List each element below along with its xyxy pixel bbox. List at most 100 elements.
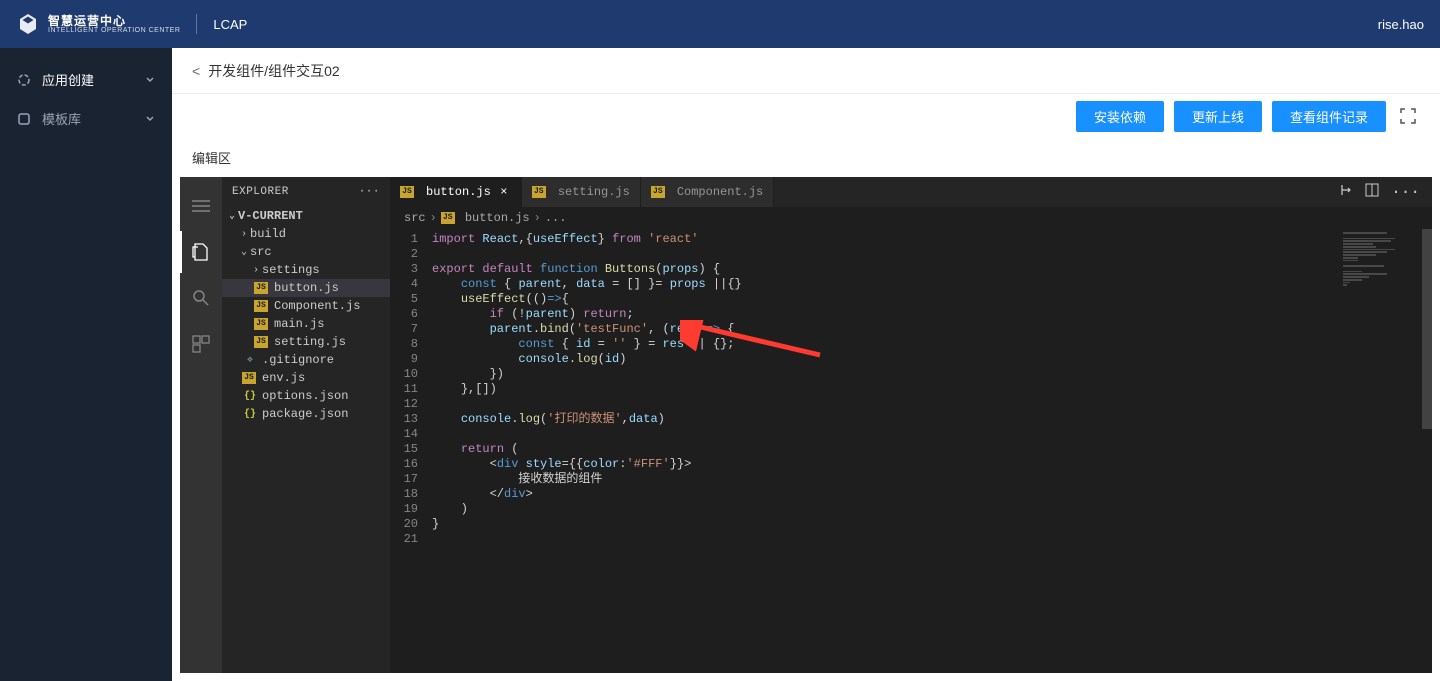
app-create-icon [16, 72, 32, 88]
tree-folder-build[interactable]: › build [222, 225, 390, 243]
minimap[interactable] [1340, 229, 1420, 289]
json-file-icon: {} [242, 391, 258, 402]
explorer-more-icon[interactable]: ··· [359, 186, 380, 198]
js-file-icon: JS [441, 212, 455, 224]
js-file-icon: JS [651, 186, 665, 198]
tab-label: button.js [426, 185, 491, 199]
editor-breadcrumb[interactable]: src › JS button.js › ... [390, 207, 1432, 229]
tree-label: options.json [262, 389, 348, 403]
logo-area: 智慧运营中心 INTELLIGENT OPERATION CENTER [16, 12, 180, 36]
app-header: 智慧运营中心 INTELLIGENT OPERATION CENTER LCAP… [0, 0, 1440, 48]
logo-icon [16, 12, 40, 36]
back-button-icon[interactable]: < [192, 63, 200, 79]
tree-label: main.js [274, 317, 324, 331]
line-gutter: 123456789101112131415161718192021 [390, 229, 432, 673]
tree-file-component-js[interactable]: JS Component.js [222, 297, 390, 315]
breadcrumb-text: 开发组件/组件交互02 [208, 61, 339, 81]
tree-label: .gitignore [262, 353, 334, 367]
explorer-header: EXPLORER ··· [222, 177, 390, 207]
section-header-editor: 编辑区 [172, 138, 1440, 177]
vscode-explorer-sidebar: EXPLORER ··· ⌄ V-CURRENT › build [222, 177, 390, 673]
file-tree: ⌄ V-CURRENT › build ⌄ src › [222, 207, 390, 423]
activity-search-icon[interactable] [180, 277, 222, 319]
js-file-icon: JS [254, 318, 268, 330]
fullscreen-icon[interactable] [1396, 104, 1420, 128]
chevron-down-icon: ⌄ [226, 210, 238, 222]
tree-label: package.json [262, 407, 348, 421]
tab-label: setting.js [558, 185, 630, 199]
tree-label: button.js [274, 281, 339, 295]
js-file-icon: JS [242, 372, 256, 384]
js-file-icon: JS [254, 336, 268, 348]
tree-label: settings [262, 263, 320, 277]
js-file-icon: JS [254, 282, 268, 294]
update-online-button[interactable]: 更新上线 [1174, 101, 1262, 132]
gitignore-file-icon: ❖ [242, 354, 258, 366]
tree-label: src [250, 245, 272, 259]
chevron-right-icon: › [250, 265, 262, 276]
bc-src: src [404, 211, 426, 225]
logo-sub-text: INTELLIGENT OPERATION CENTER [48, 27, 180, 34]
tree-label: Component.js [274, 299, 360, 313]
code-area[interactable]: 123456789101112131415161718192021 import… [390, 229, 1432, 673]
tree-file-options-json[interactable]: {} options.json [222, 387, 390, 405]
chevron-down-icon [144, 74, 156, 86]
sidebar-item-label: 应用创建 [42, 70, 144, 89]
js-file-icon: JS [400, 186, 414, 198]
chevron-right-icon: › [238, 229, 250, 240]
tree-file-setting-js[interactable]: JS setting.js [222, 333, 390, 351]
view-records-button[interactable]: 查看组件记录 [1272, 101, 1386, 132]
editor-wrapper: EXPLORER ··· ⌄ V-CURRENT › build [172, 177, 1440, 681]
tree-file-button-js[interactable]: JS button.js [222, 279, 390, 297]
editor-main-pane: JS button.js × JS setting.js JS Componen… [390, 177, 1432, 673]
tree-root-label: V-CURRENT [238, 209, 303, 223]
tree-file-main-js[interactable]: JS main.js [222, 315, 390, 333]
tree-file-gitignore[interactable]: ❖ .gitignore [222, 351, 390, 369]
tab-button-js[interactable]: JS button.js × [390, 177, 522, 207]
tree-file-package-json[interactable]: {} package.json [222, 405, 390, 423]
js-file-icon: JS [532, 186, 546, 198]
vscode-editor: EXPLORER ··· ⌄ V-CURRENT › build [180, 177, 1432, 673]
close-icon[interactable]: × [497, 185, 511, 199]
compare-icon[interactable] [1339, 183, 1353, 202]
split-editor-icon[interactable] [1365, 183, 1379, 202]
content-toolbar: 安装依赖 更新上线 查看组件记录 [172, 94, 1440, 138]
sidebar-item-template-lib[interactable]: 模板库 [0, 99, 172, 138]
activity-bar [180, 177, 222, 673]
bc-ellipsis: ... [545, 211, 567, 225]
code-lines[interactable]: import React,{useEffect} from 'react'exp… [432, 229, 1432, 673]
header-user-name[interactable]: rise.hao [1378, 17, 1424, 32]
tree-folder-settings[interactable]: › settings [222, 261, 390, 279]
json-file-icon: {} [242, 409, 258, 420]
content-header: < 开发组件/组件交互02 [172, 48, 1440, 94]
explorer-header-label: EXPLORER [232, 186, 289, 198]
js-file-icon: JS [254, 300, 268, 312]
template-lib-icon [16, 111, 32, 127]
tab-label: Component.js [677, 185, 763, 199]
chevron-down-icon: ⌄ [238, 246, 250, 258]
tree-label: setting.js [274, 335, 346, 349]
tabs-actions: ··· [1327, 177, 1432, 207]
sidebar-item-app-create[interactable]: 应用创建 [0, 60, 172, 99]
activity-menu-icon[interactable] [180, 185, 222, 227]
editor-scrollbar[interactable] [1422, 229, 1432, 673]
tree-root[interactable]: ⌄ V-CURRENT [222, 207, 390, 225]
install-deps-button[interactable]: 安装依赖 [1076, 101, 1164, 132]
content-area: < 开发组件/组件交互02 安装依赖 更新上线 查看组件记录 编辑区 [172, 48, 1440, 681]
activity-explorer-icon[interactable] [180, 231, 222, 273]
bc-file: button.js [465, 211, 530, 225]
more-actions-icon[interactable]: ··· [1391, 183, 1420, 201]
logo-main-text: 智慧运营中心 [48, 15, 180, 27]
header-brand: LCAP [213, 17, 247, 32]
editor-tabs-bar: JS button.js × JS setting.js JS Componen… [390, 177, 1432, 207]
tree-label: env.js [262, 371, 305, 385]
header-divider [196, 14, 197, 34]
sidebar-item-label: 模板库 [42, 109, 144, 128]
left-sidebar: 应用创建 模板库 [0, 48, 172, 681]
activity-extensions-icon[interactable] [180, 323, 222, 365]
tree-file-env-js[interactable]: JS env.js [222, 369, 390, 387]
tab-setting-js[interactable]: JS setting.js [522, 177, 641, 207]
tree-folder-src[interactable]: ⌄ src [222, 243, 390, 261]
tab-component-js[interactable]: JS Component.js [641, 177, 774, 207]
tree-label: build [250, 227, 286, 241]
